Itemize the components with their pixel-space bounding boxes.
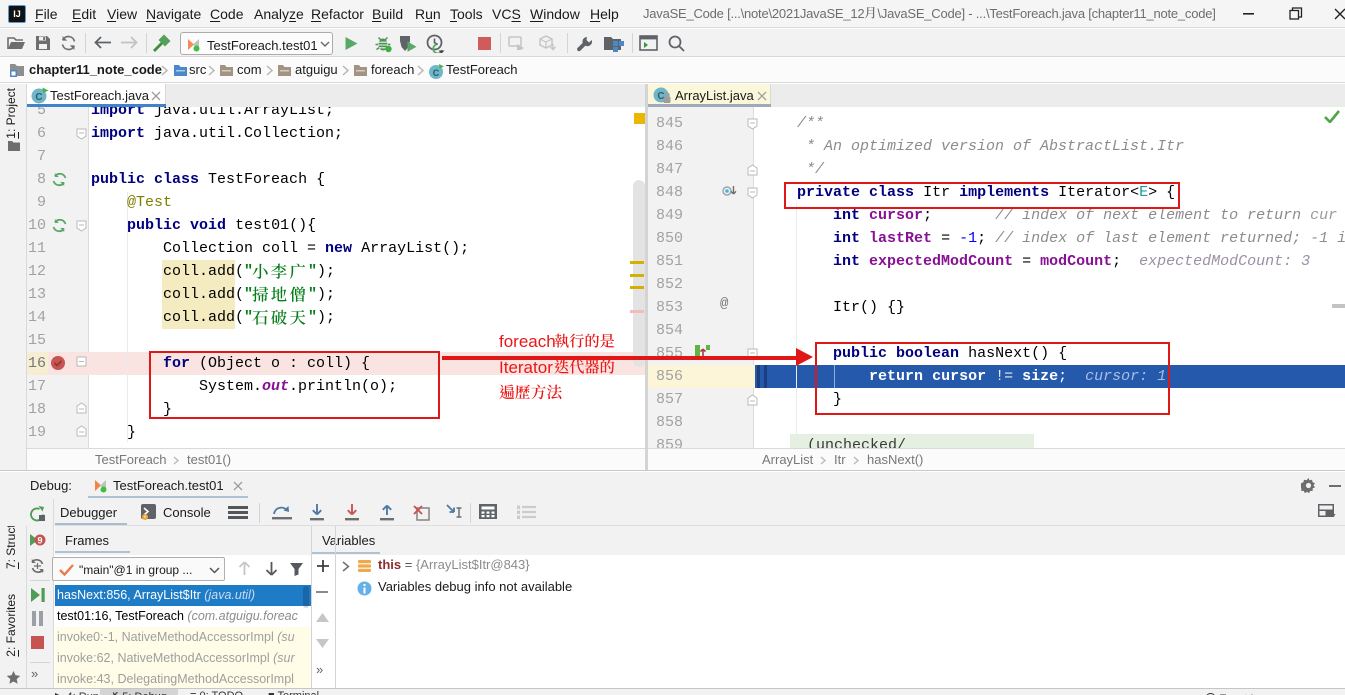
svg-text:C: C: [35, 92, 42, 103]
svg-text:9: 9: [37, 536, 42, 546]
svg-text:C: C: [433, 68, 440, 78]
